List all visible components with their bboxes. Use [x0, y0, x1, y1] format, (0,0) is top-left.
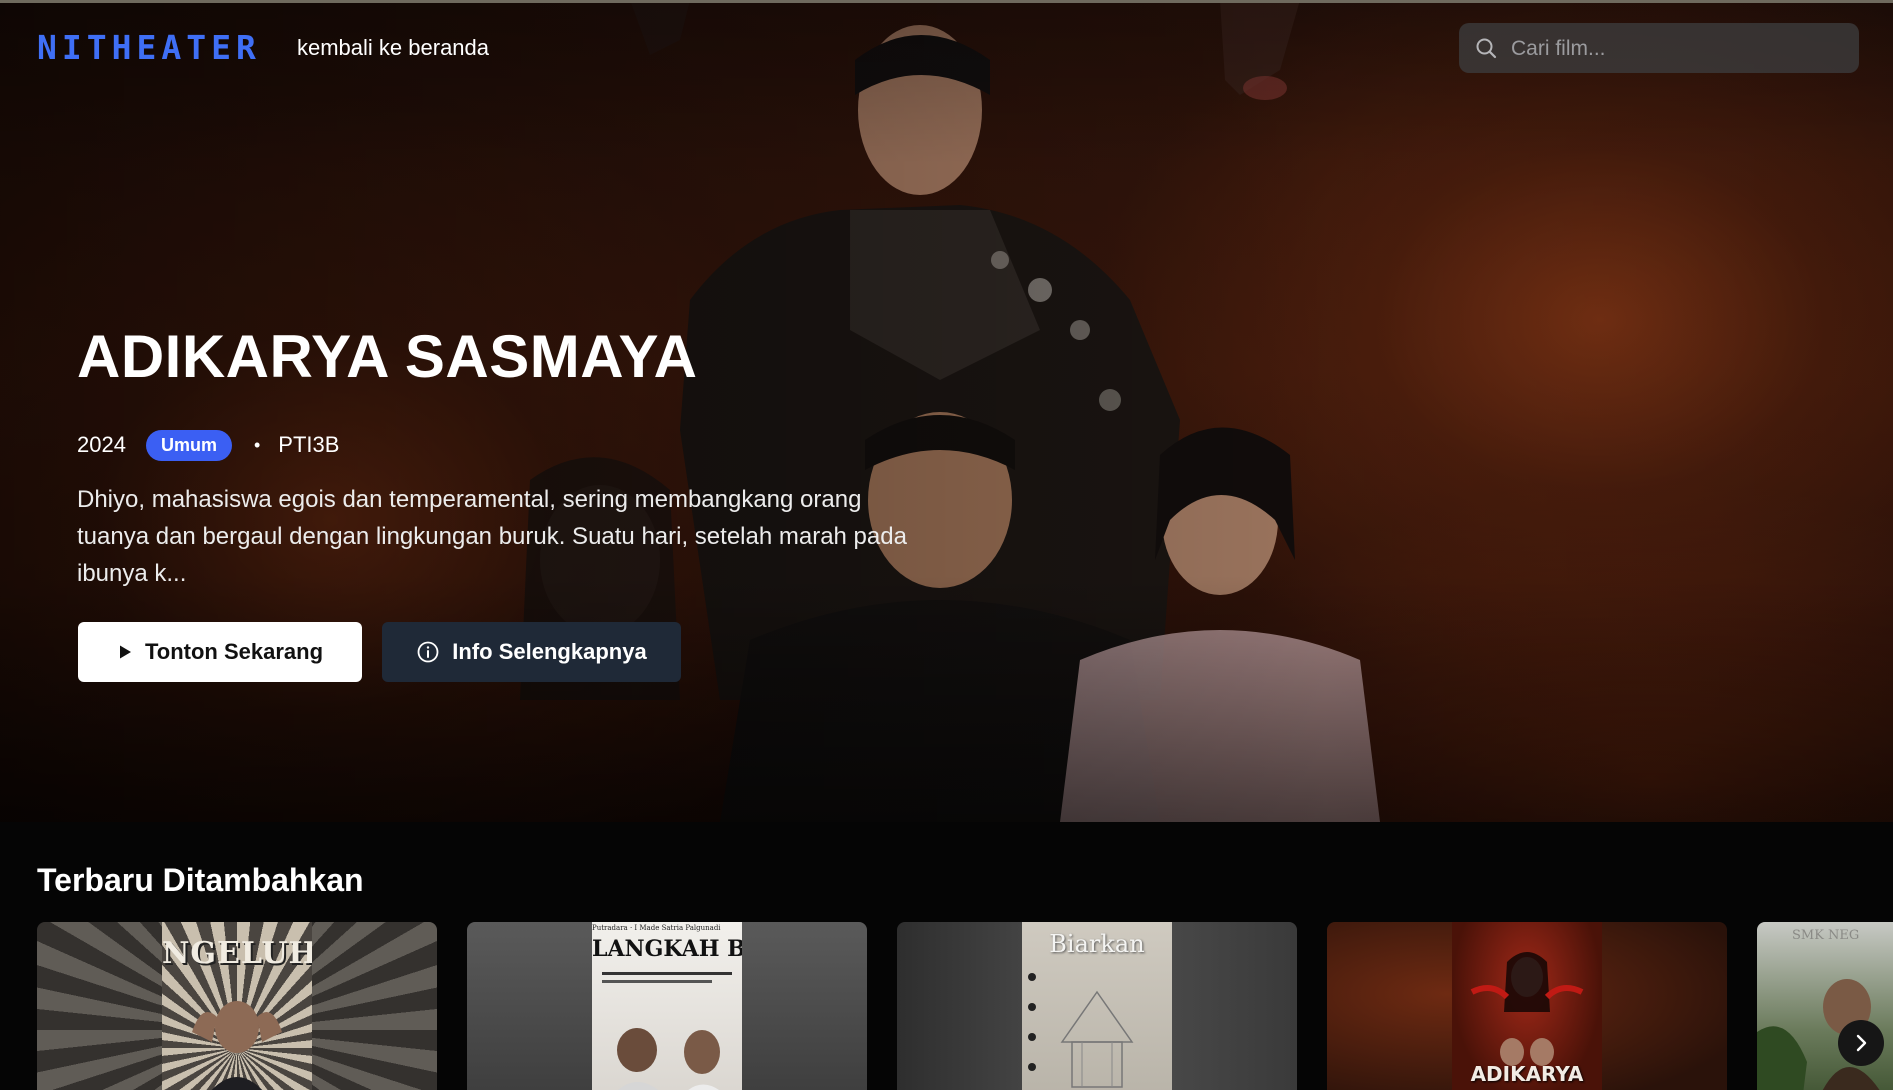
movie-poster: Biarkan: [1022, 922, 1172, 1090]
movie-card[interactable]: Biarkan: [897, 922, 1297, 1090]
search-icon: [1476, 38, 1497, 59]
hero-gradient-overlay: [0, 0, 1893, 822]
poster-title: ADIKARYA: [1470, 1062, 1584, 1086]
search-box[interactable]: [1459, 23, 1859, 75]
rating-badge: Umum: [145, 429, 232, 461]
class-name: PTI3B: [278, 432, 340, 457]
hero-description: Dhiyo, mahasiswa egois dan temperamental…: [77, 486, 907, 587]
movie-carousel: NGELUH Putradara · I Made Satria Palguna…: [37, 922, 1893, 1090]
poster-figure: [192, 1001, 282, 1090]
movie-card[interactable]: ADIKARYA: [1327, 922, 1727, 1090]
top-navigation: NITHEATER kembali ke beranda: [0, 0, 1893, 96]
hero-title: ADIKARYA SASMAYA: [77, 323, 698, 390]
movie-card[interactable]: SMK NEG: [1757, 922, 1893, 1090]
window-top-border: [0, 0, 1893, 3]
play-icon: [119, 645, 131, 659]
movie-poster: ADIKARYA: [1452, 922, 1602, 1090]
watch-now-label: Tonton Sekarang: [144, 639, 324, 664]
info-icon: [417, 641, 439, 663]
movie-card[interactable]: Putradara · I Made Satria Palgunadi LANG…: [467, 922, 867, 1090]
meta-separator: •: [253, 434, 261, 455]
poster-figure: [602, 972, 732, 1090]
carousel-next-button[interactable]: [1838, 1020, 1884, 1066]
more-info-button[interactable]: Info Selengkapnya: [382, 622, 681, 682]
site-logo[interactable]: NITHEATER: [37, 28, 261, 67]
movie-card[interactable]: NGELUH: [37, 922, 437, 1090]
back-to-home-link[interactable]: kembali ke beranda: [297, 35, 489, 61]
poster-figure: [1757, 979, 1880, 1090]
movie-poster: Putradara · I Made Satria Palgunadi LANG…: [592, 922, 742, 1090]
chevron-right-icon: [1856, 1034, 1867, 1052]
poster-figure: [1028, 973, 1134, 1088]
release-year: 2024: [77, 432, 126, 457]
movie-poster: NGELUH: [162, 922, 312, 1090]
more-info-label: Info Selengkapnya: [452, 639, 647, 664]
section-title: Terbaru Ditambahkan: [37, 862, 364, 898]
hero-meta: 2024 Umum • PTI3B: [77, 428, 339, 462]
search-input[interactable]: [1509, 23, 1853, 75]
watch-now-button[interactable]: Tonton Sekarang: [78, 622, 362, 682]
hero-banner: [0, 0, 1893, 822]
